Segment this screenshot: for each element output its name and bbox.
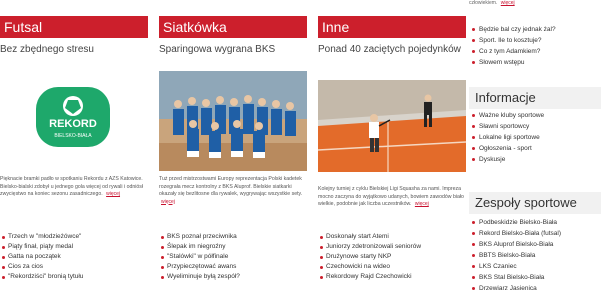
svg-text:REKORD: REKORD (49, 118, 97, 130)
teams-heading: Zespoły sportowe (469, 192, 601, 214)
category-header-siatkowka[interactable]: Siatkówka (159, 16, 307, 38)
more-link[interactable]: więcej (106, 191, 120, 197)
top-snippet: człowiekiem. więcej (469, 0, 515, 6)
sidebar: człowiekiem. więcej Będzie bal czy jedna… (469, 0, 601, 301)
list-item[interactable]: Cios za cios (0, 262, 148, 272)
svg-text:BIELSKO-BIAŁA: BIELSKO-BIAŁA (54, 133, 92, 139)
list-item[interactable]: Drzewiarz Jasienica (469, 283, 601, 294)
article-teaser: Kolejny turniej z cyklu Bielskiej Ligi S… (318, 186, 464, 207)
list-item[interactable]: Przypieczętować awans (159, 262, 307, 272)
list-item[interactable]: Dyskusje (469, 154, 601, 165)
news-list: BKS poznał przeciwnika Ślepak im niegroź… (159, 232, 307, 282)
list-item[interactable]: Ważne kluby sportowe (469, 110, 601, 121)
list-item[interactable]: BBTS Bielsko-Biała (469, 250, 601, 261)
category-header-futsal[interactable]: Futsal (0, 16, 148, 38)
list-item[interactable]: Sport. Ile to kosztuje? (469, 35, 601, 46)
category-header-inne[interactable]: Inne (318, 16, 466, 38)
list-item[interactable]: Czechowicki na wideo (318, 262, 466, 272)
list-item[interactable]: Juniorzy zdetronizowali seniorów (318, 242, 466, 252)
list-item[interactable]: BKS poznał przeciwnika (159, 232, 307, 242)
article-headline[interactable]: Bez zbędnego stresu (0, 44, 146, 55)
list-item[interactable]: Wyeliminuje byłą zespół? (159, 272, 307, 282)
list-item[interactable]: Piąty finał, piąty medal (0, 242, 148, 252)
article-headline[interactable]: Sparingowa wygrana BKS (159, 44, 305, 55)
list-item[interactable]: Co z tym Adamkiem? (469, 46, 601, 57)
list-item[interactable]: Rekord Bielsko-Biała (futsal) (469, 228, 601, 239)
list-item[interactable]: Doskonały start Atemi (318, 232, 466, 242)
list-item[interactable]: Rekordowy Rajd Czechowicki (318, 272, 466, 282)
teams-list: Podbeskidzie Bielsko-Biała Rekord Bielsk… (469, 217, 601, 294)
news-list: Doskonały start Atemi Juniorzy zdetroniz… (318, 232, 466, 282)
list-item[interactable]: Ślepak im niegroźny (159, 242, 307, 252)
list-item[interactable]: Sławni sportowcy (469, 121, 601, 132)
list-item[interactable]: Lokalne ligi sportowe (469, 132, 601, 143)
column-siatkowka: Siatkówka Sparingowa wygrana BKS Tuż prz… (159, 0, 307, 301)
rekord-logo-image[interactable]: REKORD BIELSKO-BIAŁA (0, 71, 148, 171)
info-heading: Informacje (469, 87, 601, 109)
list-item[interactable]: "Rekordziści" bronią tytułu (0, 272, 148, 282)
column-inne: Inne Ponad 40 zaciętych pojedynków Kolej… (318, 0, 466, 301)
list-item[interactable]: Ogłoszenia - sport (469, 143, 601, 154)
list-item[interactable]: BKS Stal Bielsko-Biała (469, 272, 601, 283)
info-list: Ważne kluby sportowe Sławni sportowcy Lo… (469, 110, 601, 165)
list-item[interactable]: "Stalówki" w półfinale (159, 252, 307, 262)
list-item[interactable]: Podbeskidzie Bielsko-Biała (469, 217, 601, 228)
squash-photo[interactable] (318, 80, 466, 172)
list-item[interactable]: Trzech w "młodzieżówce" (0, 232, 148, 242)
list-item[interactable]: LKS Czaniec (469, 261, 601, 272)
list-item[interactable]: Gatta na początek (0, 252, 148, 262)
list-item[interactable]: Będzie bal czy jednak żal? (469, 24, 601, 35)
more-link[interactable]: więcej (415, 201, 429, 207)
volleyball-team-photo[interactable] (159, 71, 307, 171)
article-teaser: Pięknacie bramki padło w spotkaniu Rekor… (0, 176, 144, 197)
more-link[interactable]: więcej (501, 0, 515, 6)
news-list: Trzech w "młodzieżówce" Piąty finał, pią… (0, 232, 148, 282)
article-teaser: Tuż przed mistrzostwami Europy reprezent… (159, 176, 303, 205)
list-item[interactable]: BKS Aluprof Bielsko-Biała (469, 239, 601, 250)
list-item[interactable]: Słowem wstępu (469, 57, 601, 68)
article-headline[interactable]: Ponad 40 zaciętych pojedynków (318, 44, 464, 55)
list-item[interactable]: Drużynowe starty NKP (318, 252, 466, 262)
column-futsal: Futsal Bez zbędnego stresu REKORD BIELSK… (0, 0, 148, 301)
more-link[interactable]: więcej (161, 199, 175, 205)
polls-list: Będzie bal czy jednak żal? Sport. Ile to… (469, 24, 601, 68)
